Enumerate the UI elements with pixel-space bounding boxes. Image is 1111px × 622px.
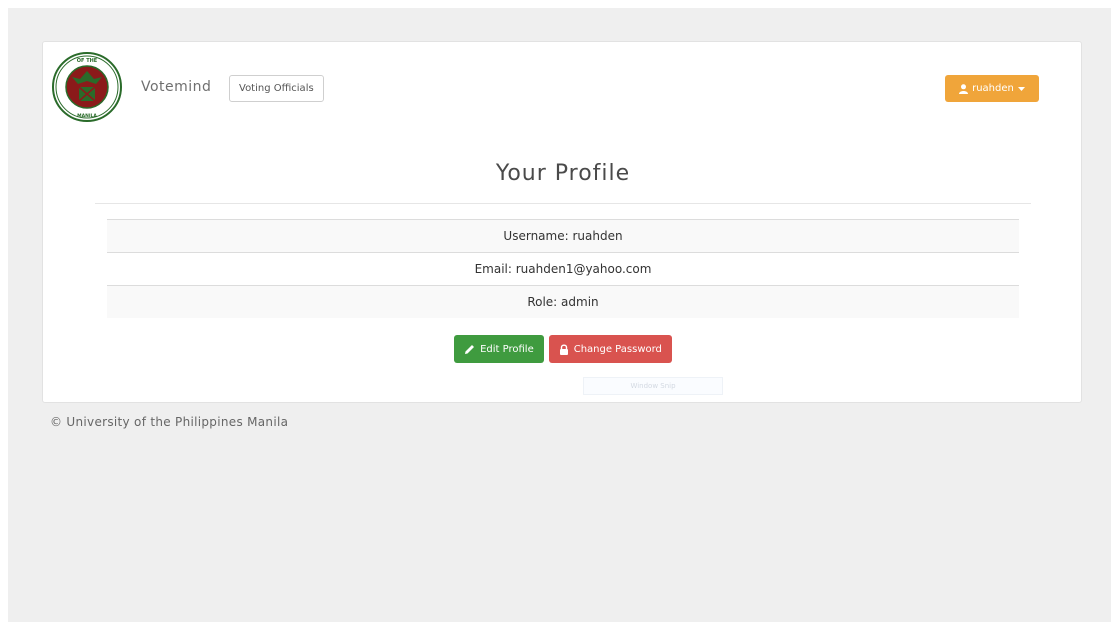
change-password-button[interactable]: Change Password (548, 335, 672, 363)
user-menu-button[interactable]: ruahden (945, 75, 1039, 102)
page-background: OF THE MANILA Votemind Voting Officials … (8, 8, 1111, 622)
title-divider (95, 203, 1031, 204)
profile-panel: OF THE MANILA Votemind Voting Officials … (42, 41, 1082, 403)
change-password-label: Change Password (573, 343, 662, 355)
pencil-icon (465, 344, 475, 354)
page-title: Your Profile (495, 161, 631, 186)
window-snip-overlay: Window Snip (583, 377, 723, 395)
profile-row-role: Role: admin (107, 286, 1019, 318)
lock-icon (559, 343, 568, 355)
edit-profile-label: Edit Profile (480, 343, 534, 355)
user-menu-label: ruahden (972, 83, 1014, 94)
up-manila-seal-logo: OF THE MANILA (52, 52, 122, 122)
brand-name[interactable]: Votemind (141, 79, 211, 95)
profile-actions: Edit Profile Change Password (43, 335, 1083, 363)
profile-row-username: Username: ruahden (107, 220, 1019, 253)
profile-row-email: Email: ruahden1@yahoo.com (107, 253, 1019, 286)
edit-profile-button[interactable]: Edit Profile (454, 335, 544, 363)
profile-table: Username: ruahden Email: ruahden1@yahoo.… (107, 219, 1019, 318)
caret-down-icon (1017, 86, 1025, 91)
footer-copyright: © University of the Philippines Manila (50, 415, 289, 429)
voting-officials-button[interactable]: Voting Officials (229, 75, 324, 102)
user-icon (959, 83, 969, 94)
svg-text:MANILA: MANILA (77, 113, 97, 119)
svg-text:OF THE: OF THE (77, 58, 98, 64)
